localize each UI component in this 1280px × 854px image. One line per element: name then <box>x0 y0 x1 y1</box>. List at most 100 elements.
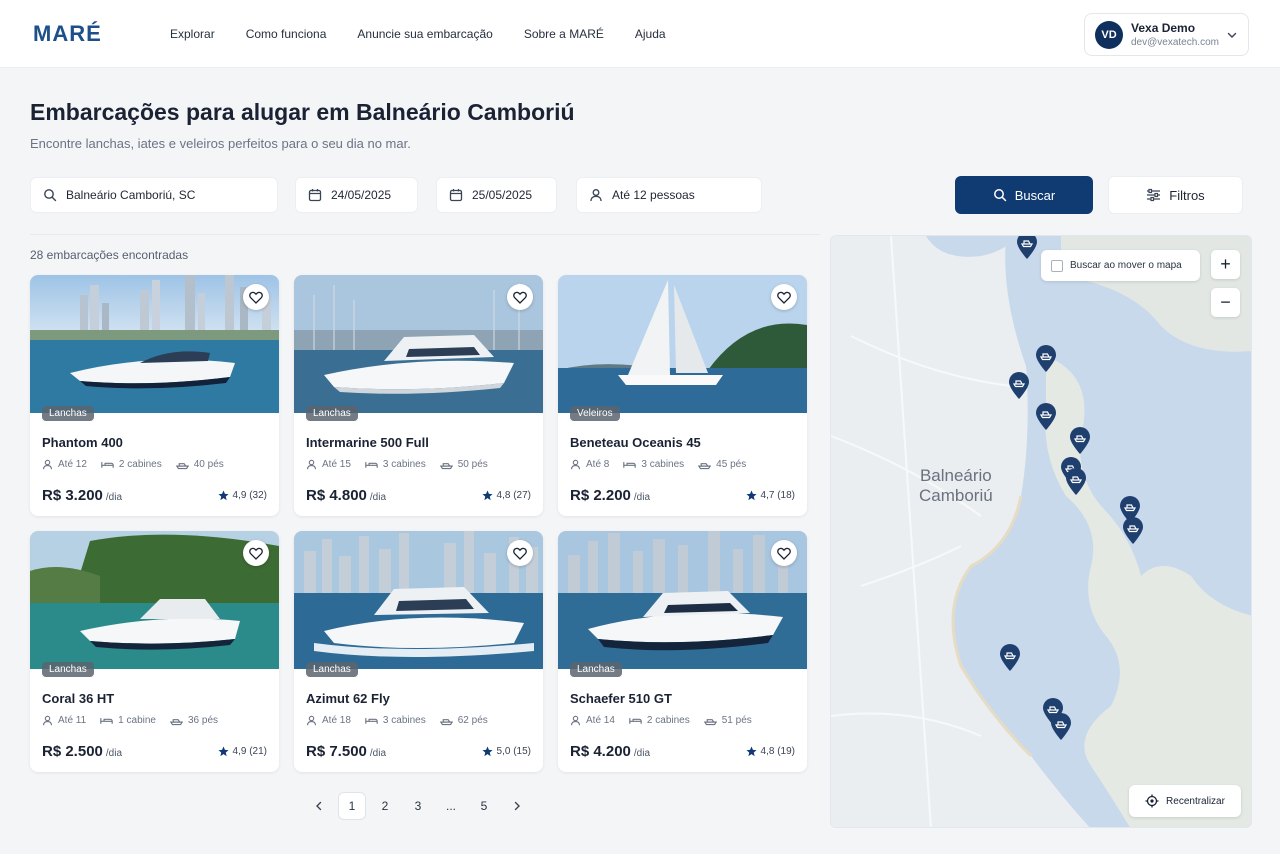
boat-card[interactable]: Lanchas Schaefer 510 GT Até 14 2 cabines… <box>558 531 807 772</box>
rating-value: 4,9 (32) <box>232 490 267 501</box>
filters-button-label: Filtros <box>1169 187 1205 203</box>
favorite-button[interactable] <box>507 540 533 566</box>
boat-map-pin[interactable] <box>1035 345 1057 373</box>
boat-specs: Até 14 2 cabines 51 pés <box>570 715 752 726</box>
search-button-label: Buscar <box>1014 187 1056 203</box>
boat-capacity: Até 11 <box>58 715 87 726</box>
bed-icon <box>100 718 113 724</box>
boat-card[interactable]: Lanchas Phantom 400 Até 12 2 cabines 40 … <box>30 275 279 516</box>
star-icon <box>481 746 493 757</box>
boat-map-pin[interactable] <box>1035 403 1057 431</box>
boat-capacity: Até 18 <box>322 715 351 726</box>
user-menu[interactable]: VD Vexa Demo dev@vexatech.com <box>1084 13 1249 56</box>
map-city-line1: Balneário <box>919 466 992 485</box>
map[interactable]: Balneário Camboriú Buscar ao mover o map… <box>830 235 1252 828</box>
boat-rating: 4,7 (18) <box>745 490 795 501</box>
favorite-button[interactable] <box>771 284 797 310</box>
logo[interactable]: MARÉ <box>33 21 102 47</box>
zoom-out-button[interactable]: − <box>1211 288 1240 317</box>
favorite-button[interactable] <box>771 540 797 566</box>
boat-map-pin[interactable] <box>1065 468 1087 496</box>
boat-card[interactable]: Lanchas Coral 36 HT Até 11 1 cabine 36 p… <box>30 531 279 772</box>
nav-ajuda[interactable]: Ajuda <box>635 27 666 41</box>
search-button[interactable]: Buscar <box>955 176 1093 214</box>
boat-rating: 4,8 (27) <box>481 490 531 501</box>
search-icon <box>993 189 1007 202</box>
page-5[interactable]: 5 <box>470 792 498 820</box>
search-on-move-checkbox[interactable] <box>1051 259 1063 272</box>
recenter-button[interactable]: Recentralizar <box>1129 785 1241 817</box>
boat-rating: 4,9 (32) <box>217 490 267 501</box>
boat-map-pin[interactable] <box>999 644 1021 672</box>
chevron-down-icon <box>1227 32 1237 38</box>
category-badge: Lanchas <box>306 406 358 421</box>
user-icon <box>43 459 52 470</box>
category-badge: Lanchas <box>42 662 94 677</box>
boat-card[interactable]: Veleiros Beneteau Oceanis 45 Até 8 3 cab… <box>558 275 807 516</box>
rating-value: 4,9 (21) <box>232 746 267 757</box>
boat-rating: 4,8 (19) <box>745 746 795 757</box>
date-end-field[interactable]: 25/05/2025 <box>436 177 557 213</box>
heart-icon <box>513 291 527 304</box>
price-value: R$ 4.800 <box>306 487 367 504</box>
chevron-left-icon <box>316 801 322 811</box>
page-2[interactable]: 2 <box>371 792 399 820</box>
nav-como-funciona[interactable]: Como funciona <box>246 27 327 41</box>
boat-length: 40 pés <box>193 459 224 470</box>
boat-specs: Até 12 2 cabines 40 pés <box>42 459 224 470</box>
map-canvas[interactable] <box>831 236 1252 828</box>
star-icon <box>745 490 757 501</box>
page-title: Embarcações para alugar em Balneário Cam… <box>30 99 575 125</box>
favorite-button[interactable] <box>243 284 269 310</box>
nav-anuncie[interactable]: Anuncie sua embarcação <box>357 27 492 41</box>
user-email: dev@vexatech.com <box>1131 37 1219 48</box>
bed-icon <box>629 718 642 724</box>
boat-price: R$ 3.200/dia <box>42 487 122 504</box>
pagination: 1 2 3 ... 5 <box>305 792 531 820</box>
category-badge: Lanchas <box>570 662 622 677</box>
map-pin-icon <box>1009 372 1029 399</box>
guests-field[interactable]: Até 12 pessoas <box>576 177 762 213</box>
next-page-button[interactable] <box>503 792 531 820</box>
boat-rating: 5,0 (15) <box>481 746 531 757</box>
nav-explorar[interactable]: Explorar <box>170 27 215 41</box>
favorite-button[interactable] <box>243 540 269 566</box>
boat-icon <box>703 719 717 726</box>
favorite-button[interactable] <box>507 284 533 310</box>
prev-page-button[interactable] <box>305 792 333 820</box>
nav-sobre[interactable]: Sobre a MARÉ <box>524 27 604 41</box>
boat-price: R$ 2.200/dia <box>570 487 650 504</box>
boat-card[interactable]: Lanchas Azimut 62 Fly Até 18 3 cabines 6… <box>294 531 543 772</box>
boat-capacity: Até 14 <box>586 715 615 726</box>
page-1[interactable]: 1 <box>338 792 366 820</box>
boat-map-pin[interactable] <box>1016 236 1038 260</box>
heart-icon <box>777 547 791 560</box>
boat-length: 62 pés <box>457 715 488 726</box>
boat-specs: Até 18 3 cabines 62 pés <box>306 715 488 726</box>
date-start-field[interactable]: 24/05/2025 <box>295 177 418 213</box>
boat-length: 45 pés <box>716 459 747 470</box>
filters-button[interactable]: Filtros <box>1108 176 1243 214</box>
search-on-move-toggle[interactable]: Buscar ao mover o mapa <box>1041 250 1200 281</box>
boat-card[interactable]: Lanchas Intermarine 500 Full Até 15 3 ca… <box>294 275 543 516</box>
boat-map-pin[interactable] <box>1122 517 1144 545</box>
price-value: R$ 2.500 <box>42 743 103 760</box>
boat-map-pin[interactable] <box>1050 713 1072 741</box>
star-icon <box>217 746 229 757</box>
boat-name: Intermarine 500 Full <box>306 435 429 450</box>
map-city-line2: Camboriú <box>919 486 993 505</box>
location-field[interactable]: Balneário Camboriú, SC <box>30 177 278 213</box>
boat-map-pin[interactable] <box>1069 427 1091 455</box>
calendar-icon <box>308 189 322 202</box>
boat-map-pin[interactable] <box>1008 372 1030 400</box>
zoom-in-button[interactable]: + <box>1211 250 1240 279</box>
price-value: R$ 3.200 <box>42 487 103 504</box>
boat-price: R$ 4.200/dia <box>570 743 650 760</box>
rating-value: 4,8 (27) <box>496 490 531 501</box>
map-pin-icon <box>1036 345 1056 372</box>
heart-icon <box>513 547 527 560</box>
main-nav: Explorar Como funciona Anuncie sua embar… <box>170 27 666 41</box>
category-badge: Lanchas <box>306 662 358 677</box>
boat-cabins: 2 cabines <box>118 459 162 470</box>
page-3[interactable]: 3 <box>404 792 432 820</box>
